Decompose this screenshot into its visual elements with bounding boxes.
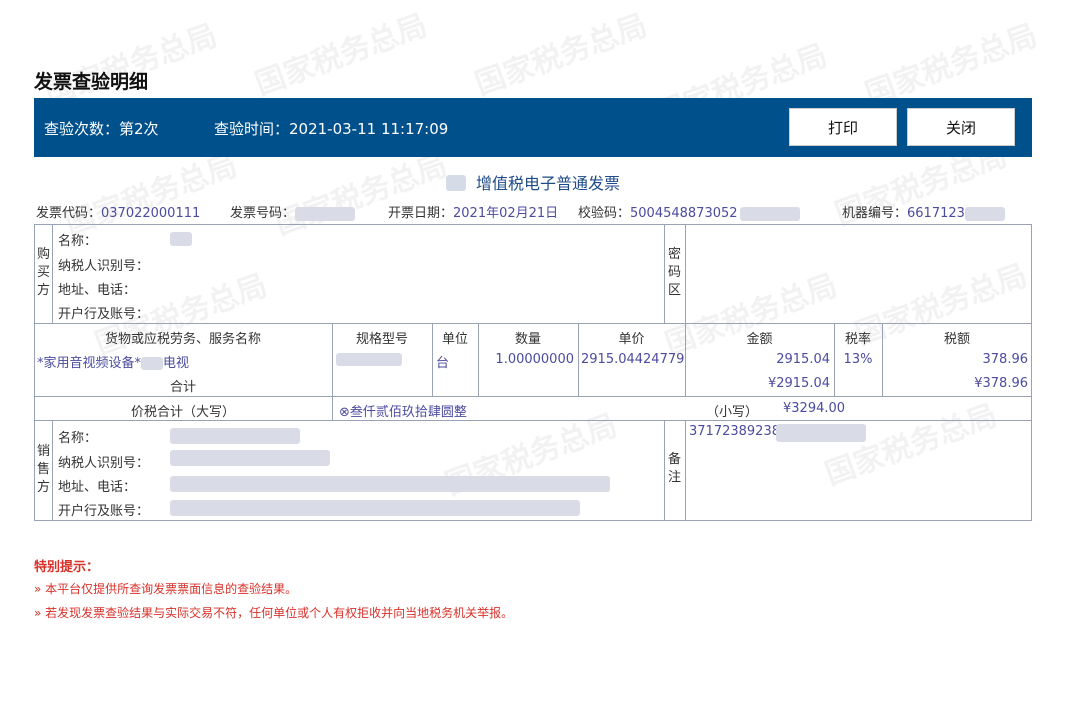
total-small-label: （小写） xyxy=(706,405,759,420)
col-header-amount: 金额 xyxy=(746,332,773,347)
total-words: ⊗叁仟贰佰玖拾肆圆整 xyxy=(339,405,467,420)
subtotal-tax: ¥378.96 xyxy=(974,376,1028,391)
redacted-region xyxy=(776,424,866,442)
check-code: 校验码：5004548873052 xyxy=(578,202,800,221)
invoice-type-text: 增值税电子普通发票 xyxy=(475,174,620,193)
col-header-rate: 税率 xyxy=(844,332,871,347)
redacted-region xyxy=(170,500,580,516)
item-qty: 1.00000000 xyxy=(495,352,574,367)
notice-heading: 特别提示： xyxy=(34,560,100,575)
remark-label: 备注 xyxy=(668,452,682,485)
redacted-region xyxy=(170,428,300,444)
seller-bank-label: 开户行及账号： xyxy=(58,504,150,519)
col-header-unit: 单位 xyxy=(441,332,468,347)
redacted-region xyxy=(141,357,164,370)
watermark: 国家税务总局 xyxy=(250,8,432,103)
item-rate: 13% xyxy=(843,352,873,367)
redacted-region xyxy=(170,450,330,466)
invoice-number: 发票号码： xyxy=(230,202,356,221)
col-header-qty: 数量 xyxy=(514,332,541,347)
item-name: *家用音视频设备* 电视 xyxy=(37,356,190,371)
col-header-spec: 规格型号 xyxy=(355,332,408,347)
redacted-region xyxy=(170,232,192,246)
total-small-value: ¥3294.00 xyxy=(783,401,846,416)
redacted-region xyxy=(295,206,356,221)
machine-number: 机器编号：6617123 xyxy=(842,202,1005,221)
subtotal-label: 合计 xyxy=(169,380,196,395)
col-header-price: 单价 xyxy=(618,332,645,347)
buyer-tax-id-label: 纳税人识别号： xyxy=(58,259,150,274)
col-header-tax: 税额 xyxy=(943,332,970,347)
buyer-name-label: 名称： xyxy=(58,234,98,249)
invoice-date: 开票日期：2021年02月21日 xyxy=(388,206,559,221)
item-tax: 378.96 xyxy=(982,352,1029,367)
cipher-area-label: 密码区 xyxy=(668,247,682,298)
seller-section-label: 销售方 xyxy=(37,444,51,495)
seller-tax-id-label: 纳税人识别号： xyxy=(58,456,150,471)
col-header-name: 货物或应税劳务、服务名称 xyxy=(104,332,261,347)
subtotal-amount: ¥2915.04 xyxy=(767,376,830,391)
redacted-region xyxy=(336,353,402,366)
redacted-region xyxy=(445,175,466,191)
seller-name-label: 名称： xyxy=(58,431,98,446)
redacted-region xyxy=(170,476,610,492)
total-label: 价税合计（大写） xyxy=(130,405,235,420)
item-unit: 台 xyxy=(436,356,450,371)
notice-item: » 本平台仅提供所查询发票票面信息的查验结果。 xyxy=(34,582,298,596)
notice-item: » 若发现发票查验结果与实际交易不符，任何单位或个人有权拒收并向当地税务机关举报… xyxy=(34,606,514,620)
invoice-type-title: 增值税电子普通发票 xyxy=(0,170,1066,194)
buyer-bank-label: 开户行及账号： xyxy=(58,307,150,322)
check-time: 查验时间：2021-03-11 11:17:09 xyxy=(214,120,449,138)
item-amount: 2915.04 xyxy=(776,352,830,367)
buyer-address-label: 地址、电话： xyxy=(58,283,137,298)
redacted-region xyxy=(964,206,1005,221)
buyer-section-label: 购买方 xyxy=(37,247,51,298)
redacted-region xyxy=(739,206,800,221)
remark-value: 37172389238 xyxy=(689,424,780,439)
print-button[interactable]: 打印 xyxy=(789,108,897,146)
check-count: 查验次数：第2次 xyxy=(44,120,159,138)
page-title: 发票查验明细 xyxy=(34,71,149,93)
seller-address-label: 地址、电话： xyxy=(58,480,137,495)
watermark: 国家税务总局 xyxy=(470,8,652,103)
close-button[interactable]: 关闭 xyxy=(907,108,1015,146)
header-bar: 查验次数：第2次 查验时间：2021-03-11 11:17:09 打印 关闭 xyxy=(34,98,1032,157)
invoice-code: 发票代码：037022000111 xyxy=(36,206,201,221)
item-price: 2915.04424779 xyxy=(581,352,685,367)
